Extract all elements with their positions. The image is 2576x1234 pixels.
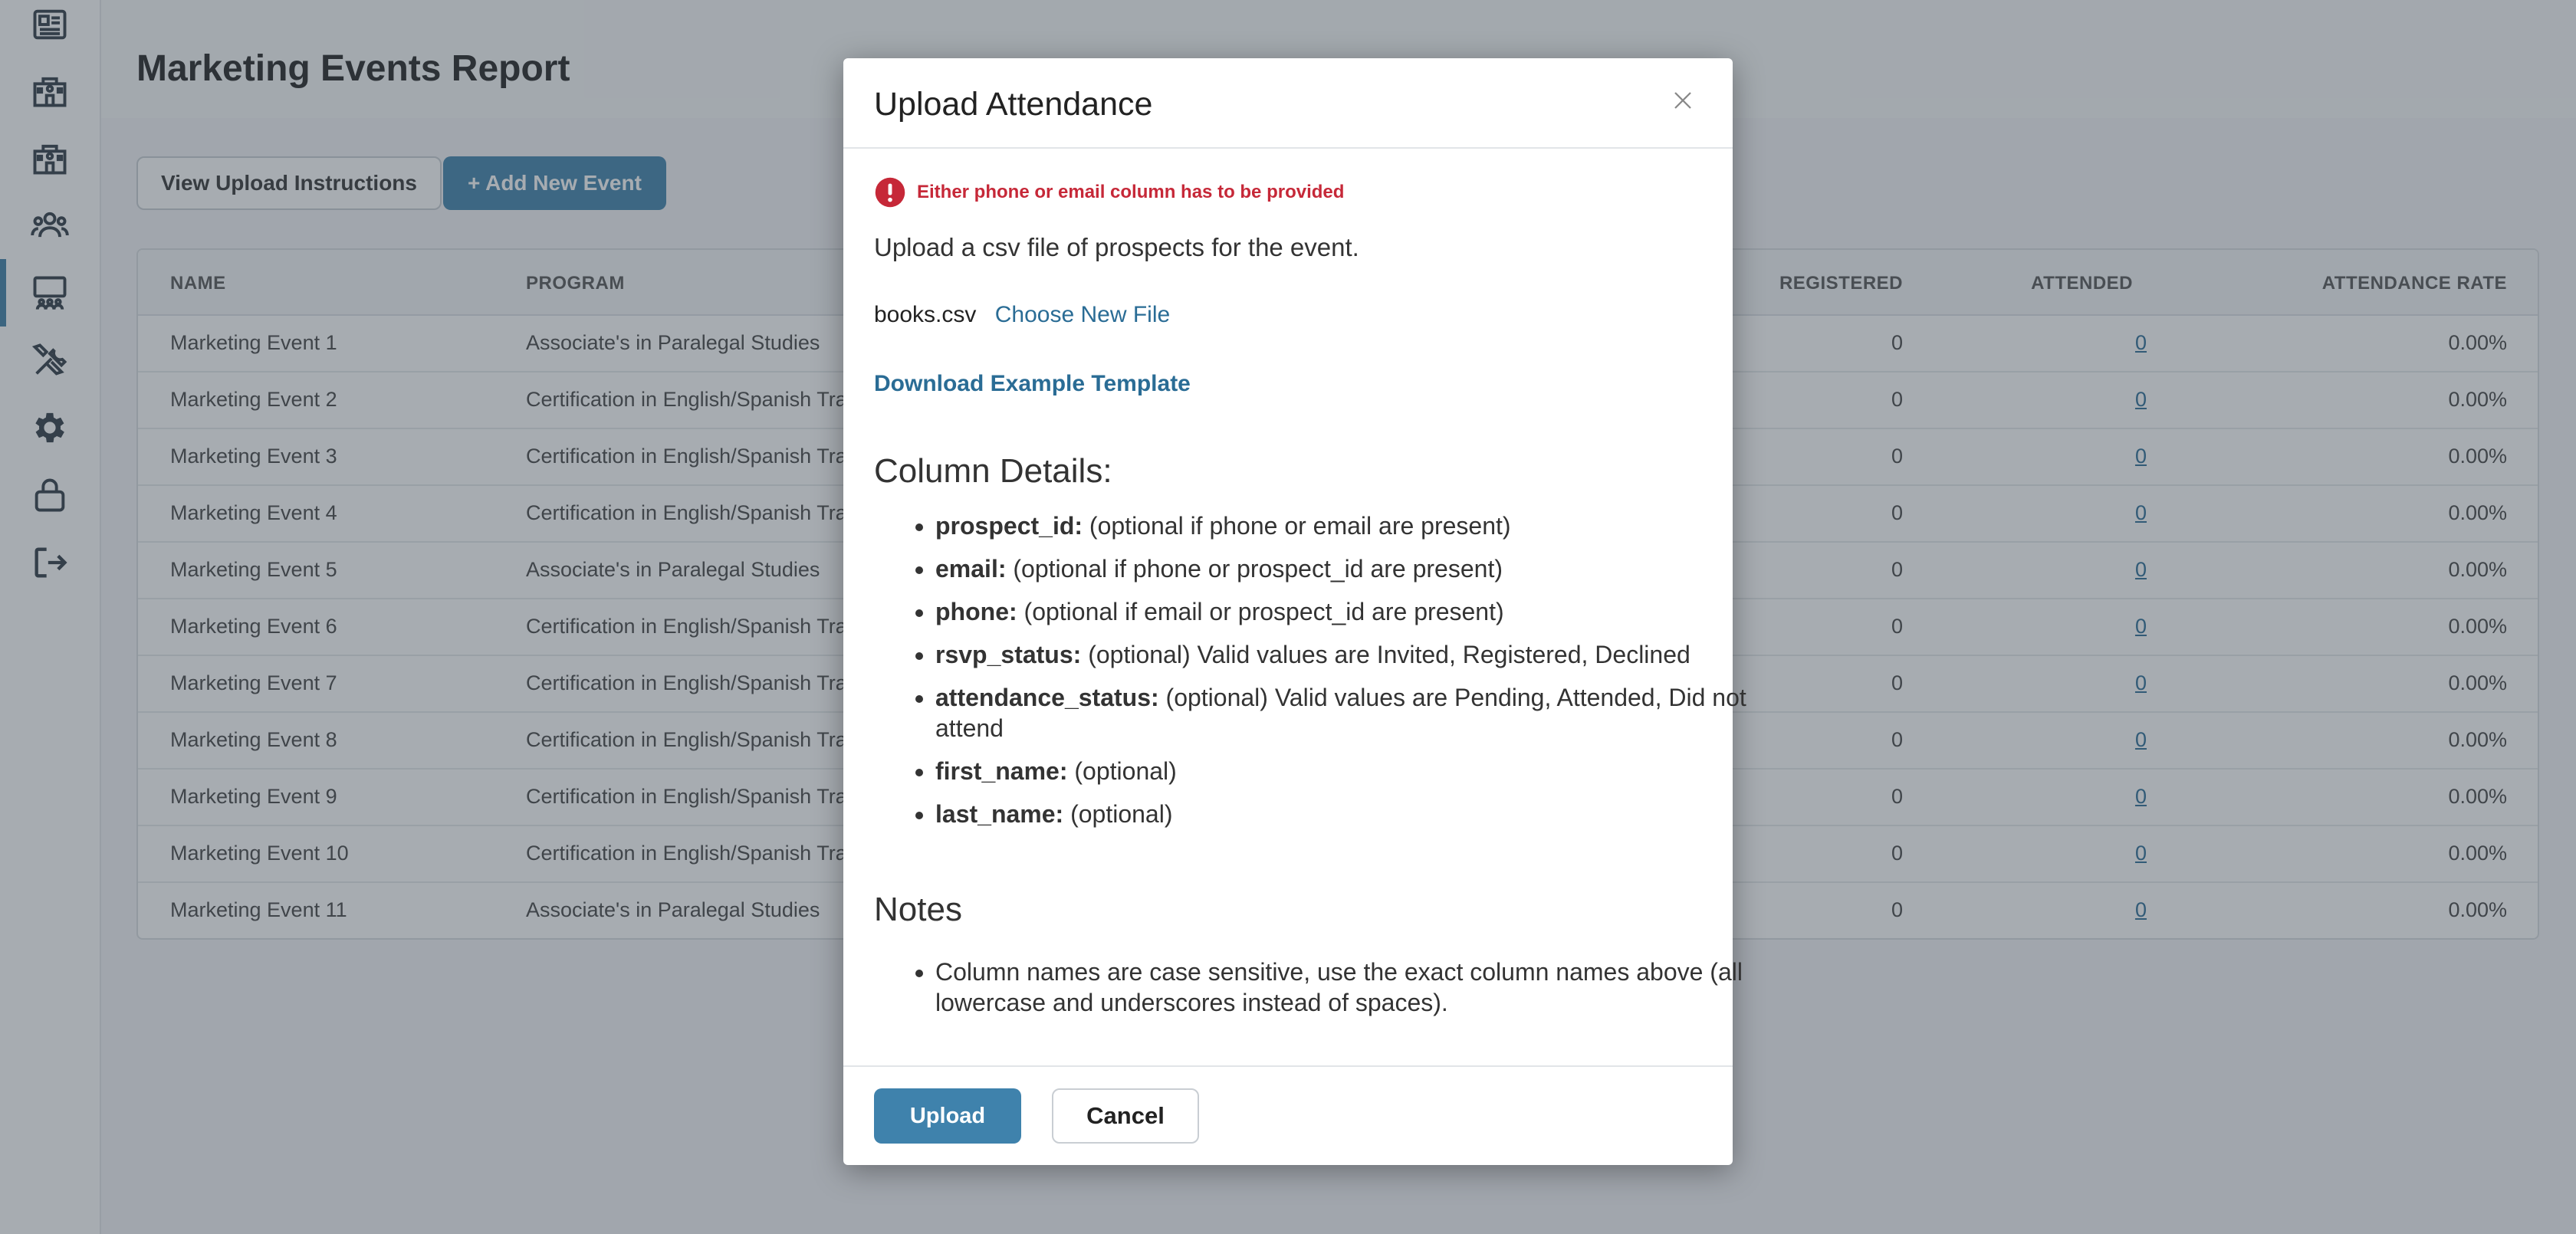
close-button[interactable] xyxy=(1664,81,1702,120)
column-detail-item: email: (optional if phone or prospect_id… xyxy=(935,553,1771,584)
column-detail-item: first_name: (optional) xyxy=(935,756,1771,786)
column-detail-item: prospect_id: (optional if phone or email… xyxy=(935,510,1771,541)
column-detail-item: rsvp_status: (optional) Valid values are… xyxy=(935,639,1771,670)
column-detail-item: phone: (optional if email or prospect_id… xyxy=(935,596,1771,627)
notes-heading: Notes xyxy=(874,891,962,928)
error-message: Either phone or email column has to be p… xyxy=(874,176,1344,208)
error-icon xyxy=(875,177,905,208)
column-description: (optional) xyxy=(1067,757,1177,785)
column-details-heading: Column Details: xyxy=(874,452,1112,490)
column-description: (optional) xyxy=(1063,800,1173,828)
column-name: prospect_id: xyxy=(935,512,1083,540)
error-text: Either phone or email column has to be p… xyxy=(917,182,1345,202)
column-details-list: prospect_id: (optional if phone or email… xyxy=(874,510,1771,842)
column-name: attendance_status: xyxy=(935,684,1159,711)
download-template-link[interactable]: Download Example Template xyxy=(874,371,1191,397)
column-description: (optional) Valid values are Invited, Reg… xyxy=(1081,641,1691,668)
column-detail-item: last_name: (optional) xyxy=(935,799,1771,829)
column-description: (optional if email or prospect_id are pr… xyxy=(1017,598,1504,625)
column-name: last_name: xyxy=(935,800,1064,828)
file-selection: books.csv Choose New File xyxy=(874,302,1170,328)
column-name: phone: xyxy=(935,598,1017,625)
selected-file-name: books.csv xyxy=(874,302,977,327)
upload-attendance-modal: Upload Attendance Either phone or email … xyxy=(843,58,1746,1165)
column-description: (optional if phone or email are present) xyxy=(1083,512,1511,540)
column-name: first_name: xyxy=(935,757,1068,785)
modal-footer-divider xyxy=(843,1065,1733,1067)
note-item: Column names are case sensitive, use the… xyxy=(935,957,1771,1018)
column-name: email: xyxy=(935,555,1007,583)
modal-header-divider xyxy=(843,147,1733,149)
cancel-button[interactable]: Cancel xyxy=(1052,1088,1199,1144)
modal-title: Upload Attendance xyxy=(874,86,1153,123)
column-detail-item: attendance_status: (optional) Valid valu… xyxy=(935,682,1771,743)
notes-list: Column names are case sensitive, use the… xyxy=(874,957,1771,1018)
choose-new-file-link[interactable]: Choose New File xyxy=(995,302,1170,327)
upload-button[interactable]: Upload xyxy=(874,1088,1021,1144)
column-description: (optional if phone or prospect_id are pr… xyxy=(1006,555,1503,583)
upload-intro-text: Upload a csv file of prospects for the e… xyxy=(874,233,1359,261)
close-icon xyxy=(1674,92,1691,109)
column-name: rsvp_status: xyxy=(935,641,1082,668)
